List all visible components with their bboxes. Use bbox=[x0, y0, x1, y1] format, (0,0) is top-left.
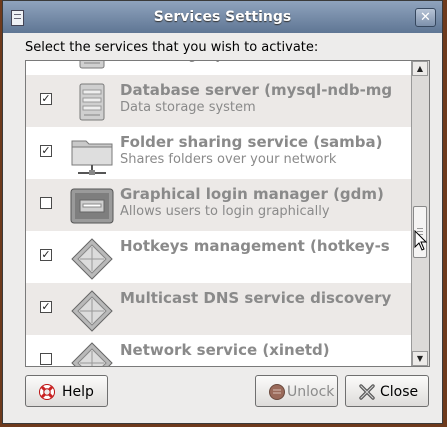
service-diamond-icon bbox=[70, 341, 114, 366]
service-row[interactable]: ✓ Multicast DNS service discovery bbox=[26, 283, 412, 335]
service-description: Data storage system bbox=[120, 61, 256, 63]
help-button-label: Help bbox=[62, 384, 94, 400]
scroll-up-button[interactable]: ▲ bbox=[412, 61, 428, 76]
service-name: Network service (xinetd) bbox=[120, 341, 330, 359]
login-screen-icon bbox=[70, 185, 114, 229]
instruction-label: Select the services that you wish to act… bbox=[25, 40, 319, 55]
close-button[interactable]: Close bbox=[345, 375, 429, 407]
service-row[interactable]: ✓Data storage system bbox=[26, 61, 412, 75]
service-checkbox[interactable]: ✓ bbox=[40, 145, 52, 157]
close-x-icon bbox=[359, 384, 375, 400]
mouse-cursor-icon bbox=[414, 230, 428, 251]
lifebuoy-icon bbox=[39, 384, 55, 400]
service-checkbox[interactable]: ✓ bbox=[40, 249, 52, 261]
service-checkbox[interactable] bbox=[40, 197, 52, 209]
vertical-scrollbar[interactable]: ▲ ▼ bbox=[411, 61, 429, 366]
help-button[interactable]: Help bbox=[25, 375, 108, 407]
service-diamond-icon bbox=[70, 237, 114, 281]
service-row[interactable]: Network service (xinetd) bbox=[26, 335, 412, 366]
database-icon bbox=[70, 81, 114, 125]
service-name: Hotkeys management (hotkey-s bbox=[120, 237, 390, 255]
unlock-button[interactable]: Unlock bbox=[255, 375, 338, 407]
window-title: Services Settings bbox=[153, 9, 292, 25]
service-name: Folder sharing service (samba) bbox=[120, 133, 383, 151]
service-name: Multicast DNS service discovery bbox=[120, 289, 392, 307]
services-settings-dialog: Services Settings ✕ Select the services … bbox=[2, 0, 443, 424]
service-checkbox[interactable] bbox=[40, 353, 52, 365]
service-diamond-icon bbox=[70, 289, 114, 333]
service-description: Shares folders over your network bbox=[120, 152, 337, 167]
service-row[interactable]: Graphical login manager (gdm) Allows user… bbox=[26, 179, 412, 231]
service-checkbox[interactable]: ✓ bbox=[40, 93, 52, 105]
service-name: Database server (mysql-ndb-mg bbox=[120, 81, 393, 99]
titlebar[interactable]: Services Settings ✕ bbox=[3, 1, 442, 33]
network-folder-icon bbox=[70, 133, 114, 177]
service-checkbox[interactable]: ✓ bbox=[40, 301, 52, 313]
scroll-down-button[interactable]: ▼ bbox=[412, 351, 428, 366]
database-icon bbox=[70, 61, 114, 73]
service-row[interactable]: ✓ Hotkeys management (hotkey-s bbox=[26, 231, 412, 283]
titlebar-close-button[interactable]: ✕ bbox=[415, 8, 436, 27]
service-row[interactable]: ✓ Database server (mysql-ndb-mg Data stora… bbox=[26, 75, 412, 127]
unlock-button-label: Unlock bbox=[287, 384, 335, 400]
service-description: Allows users to login graphically bbox=[120, 204, 330, 219]
service-row[interactable]: ✓ Folder sharing service (samba) Shares fo… bbox=[26, 127, 412, 179]
service-description: Data storage system bbox=[120, 100, 256, 115]
service-name: Graphical login manager (gdm) bbox=[120, 185, 384, 203]
close-button-label: Close bbox=[380, 384, 419, 400]
unlock-icon bbox=[269, 384, 285, 400]
services-rows: ✓Data storage system✓Database server (my… bbox=[26, 61, 412, 366]
services-list[interactable]: ✓Data storage system✓Database server (my… bbox=[25, 60, 430, 367]
